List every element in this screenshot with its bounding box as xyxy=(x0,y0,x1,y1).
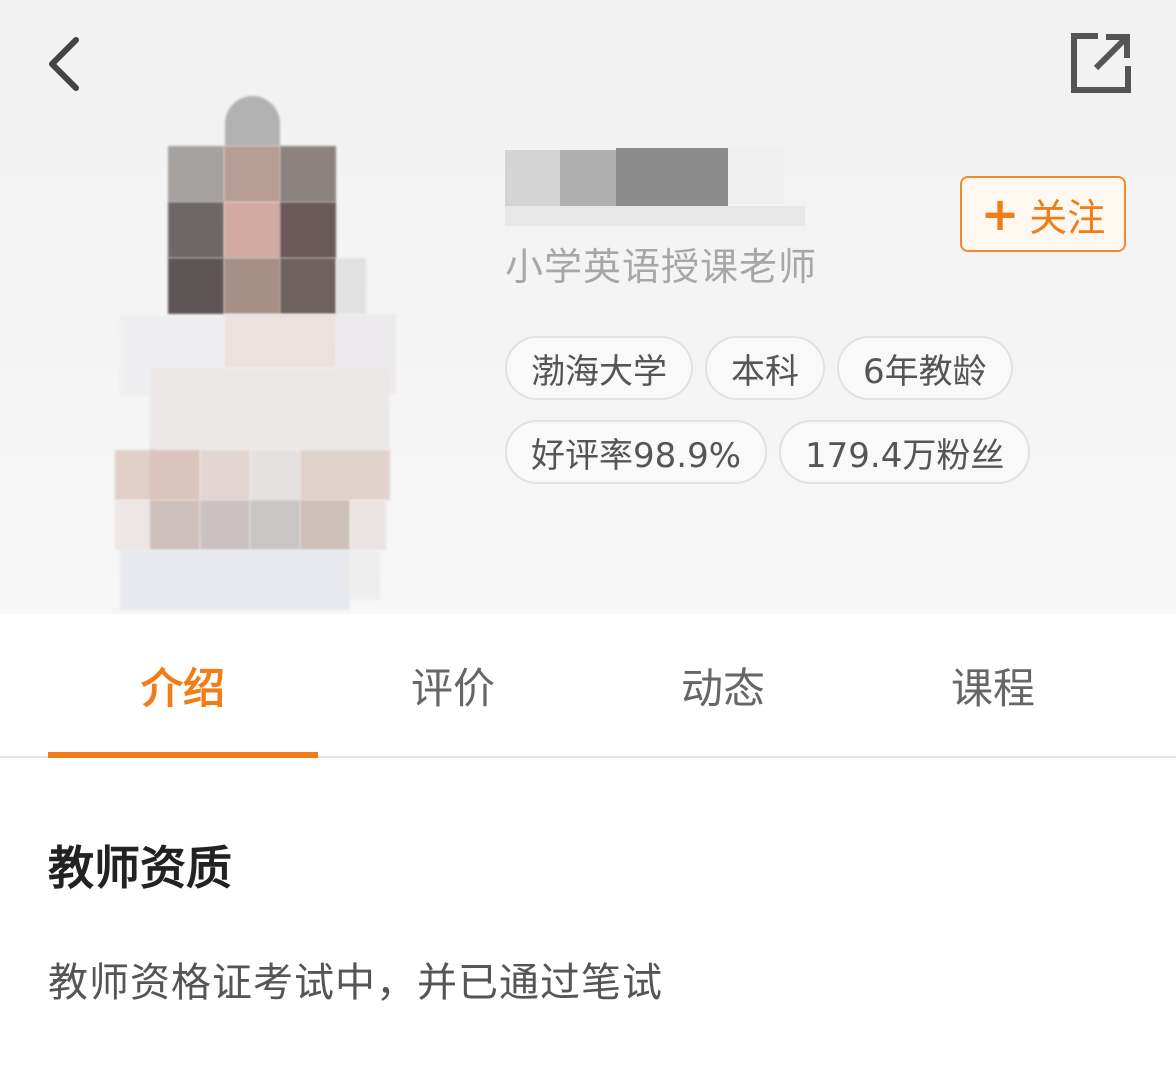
share-button[interactable] xyxy=(1068,30,1134,96)
teacher-tags: 渤海大学 本科 6年教龄 好评率98.9% 179.4万粉丝 xyxy=(505,336,1065,504)
teacher-name-blurred xyxy=(500,140,810,230)
tab-active-indicator xyxy=(48,752,318,758)
back-button[interactable] xyxy=(40,32,96,96)
tab-reviews[interactable]: 评价 xyxy=(318,614,588,756)
profile-header: 小学英语授课老师 + 关注 渤海大学 本科 6年教龄 好评率98.9% 179.… xyxy=(0,0,1176,614)
tab-courses[interactable]: 课程 xyxy=(858,614,1128,756)
section-title: 教师资质 xyxy=(48,841,232,895)
tab-bar: 介绍 评价 动态 课程 xyxy=(0,614,1176,758)
share-icon xyxy=(1071,33,1131,93)
tag-followers: 179.4万粉丝 xyxy=(779,420,1031,484)
plus-icon: + xyxy=(980,187,1020,241)
tag-teaching-years: 6年教龄 xyxy=(837,336,1013,400)
back-chevron-icon xyxy=(49,37,79,91)
follow-button[interactable]: + 关注 xyxy=(960,176,1126,252)
tag-university: 渤海大学 xyxy=(505,336,693,400)
section-text: 教师资格证考试中，并已通过笔试 xyxy=(48,960,663,1006)
tab-intro[interactable]: 介绍 xyxy=(48,614,318,756)
follow-label: 关注 xyxy=(1029,195,1106,240)
tag-degree: 本科 xyxy=(705,336,825,400)
tag-rating: 好评率98.9% xyxy=(505,420,768,484)
tab-activity[interactable]: 动态 xyxy=(588,614,858,756)
teacher-avatar-blurred xyxy=(110,96,410,636)
teacher-subtitle: 小学英语授课老师 xyxy=(505,245,818,289)
